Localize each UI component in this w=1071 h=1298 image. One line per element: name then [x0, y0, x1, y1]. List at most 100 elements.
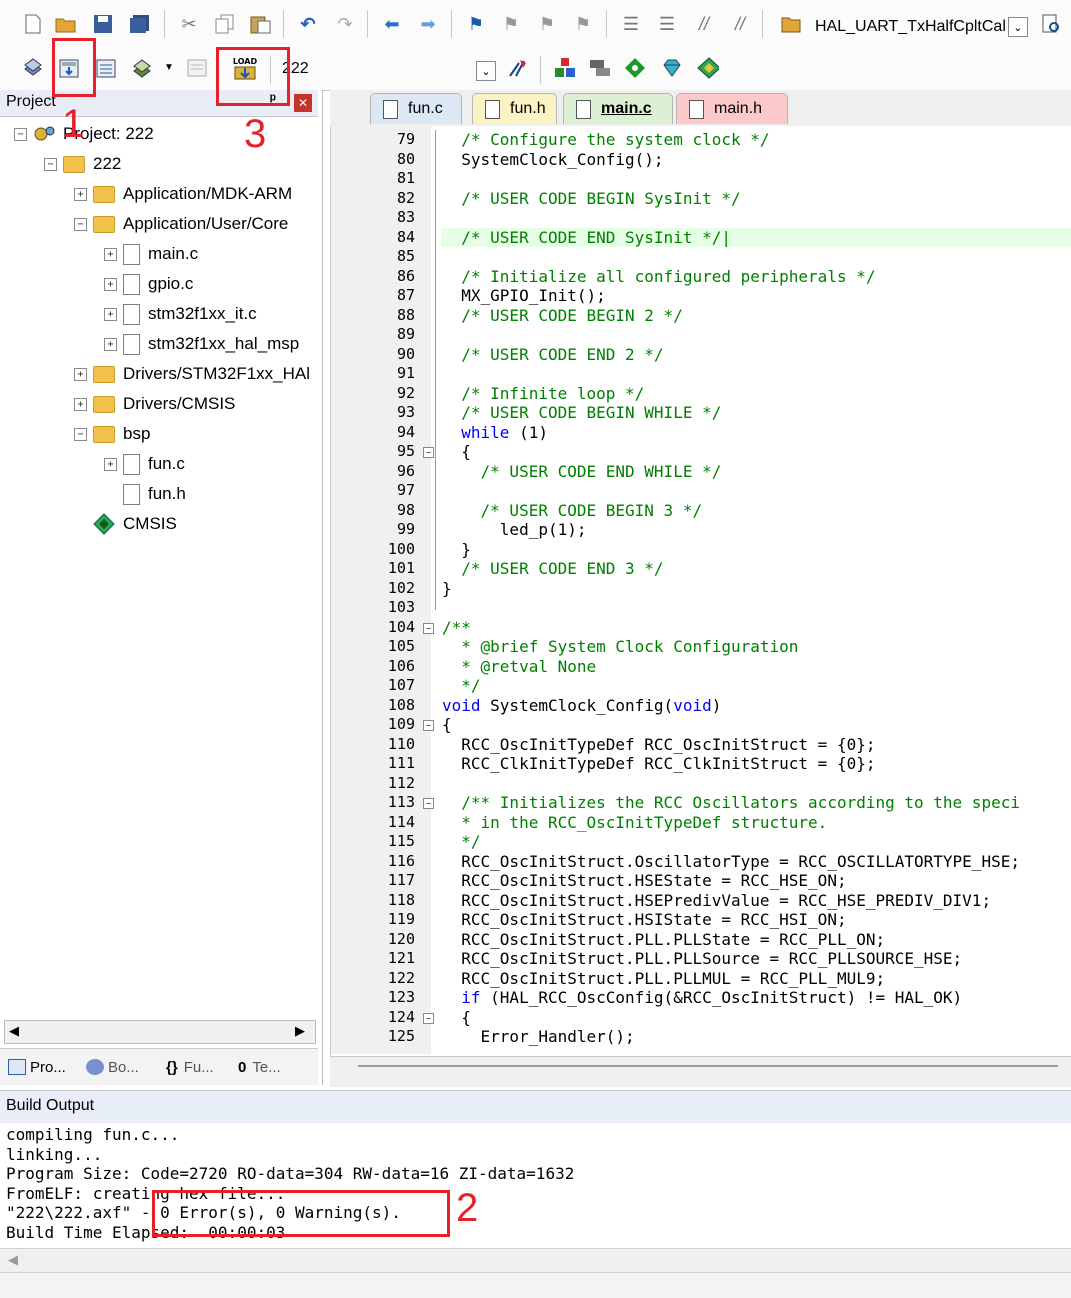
- green-diamond-icon[interactable]: [697, 57, 719, 79]
- code-editor[interactable]: 79 80 81 82 83 84 85 86 87 88 89 90 91 92 93 94 95−96 97 9…: [330, 126, 1071, 1056]
- code-line[interactable]: RCC_OscInitStruct.PLL.PLLMUL = RCC_PLL_M…: [442, 969, 885, 989]
- save-all-icon[interactable]: [129, 13, 151, 35]
- save-icon[interactable]: [92, 13, 114, 35]
- expand-icon[interactable]: +: [104, 337, 117, 351]
- code-line[interactable]: }: [442, 540, 471, 560]
- code-line[interactable]: RCC_ClkInitTypeDef RCC_ClkInitStruct = {…: [442, 754, 875, 774]
- tab-project[interactable]: Pro...: [8, 1055, 66, 1079]
- collapse-icon[interactable]: −: [14, 127, 27, 141]
- expand-icon[interactable]: +: [74, 367, 87, 381]
- code-line[interactable]: /* USER CODE END WHILE */: [442, 462, 722, 482]
- code-line[interactable]: /* Infinite loop */: [442, 384, 644, 404]
- code-line[interactable]: SystemClock_Config();: [442, 150, 663, 170]
- expand-icon[interactable]: +: [74, 187, 87, 201]
- paste-icon[interactable]: [250, 13, 272, 35]
- code-line[interactable]: /* USER CODE END SysInit */|: [442, 228, 731, 248]
- options-icon[interactable]: [507, 57, 529, 79]
- collapse-icon[interactable]: −: [74, 427, 87, 441]
- collapse-icon[interactable]: −: [74, 217, 87, 231]
- pack-installer-icon[interactable]: [589, 57, 611, 79]
- code-line[interactable]: * in the RCC_OscInitTypeDef structure.: [442, 813, 827, 833]
- redo-icon[interactable]: ↷: [334, 13, 356, 35]
- code-line[interactable]: MX_GPIO_Init();: [442, 286, 606, 306]
- code-line[interactable]: if (HAL_RCC_OscConfig(&RCC_OscInitStruct…: [442, 988, 962, 1008]
- code-line[interactable]: * @brief System Clock Configuration: [442, 637, 798, 657]
- expand-icon[interactable]: +: [104, 247, 117, 261]
- indent-icon[interactable]: ☰: [620, 13, 642, 35]
- manage-components-icon[interactable]: [554, 57, 576, 79]
- code-line[interactable]: Error_Handler();: [442, 1027, 635, 1047]
- open-folder-icon[interactable]: [55, 13, 77, 35]
- new-file-icon[interactable]: [22, 13, 44, 35]
- tree-item[interactable]: − Application/User/Core: [74, 210, 288, 238]
- code-line[interactable]: while (1): [442, 423, 548, 443]
- expand-icon[interactable]: +: [104, 457, 117, 471]
- unindent-icon[interactable]: ☰: [656, 13, 678, 35]
- tab-main-c[interactable]: main.c: [563, 93, 673, 124]
- scroll-left-icon[interactable]: ◀: [9, 1023, 19, 1039]
- uncomment-icon[interactable]: //: [729, 13, 751, 35]
- horizontal-scrollbar[interactable]: ◀ ▶: [4, 1020, 316, 1044]
- gem-icon[interactable]: [661, 57, 683, 79]
- tree-item[interactable]: + Drivers/CMSIS: [74, 390, 235, 418]
- tree-item[interactable]: + fun.c: [104, 450, 185, 478]
- collapse-icon[interactable]: −: [44, 157, 57, 171]
- code-line[interactable]: RCC_OscInitStruct.PLL.PLLSource = RCC_PL…: [442, 949, 962, 969]
- code-line[interactable]: * @retval None: [442, 657, 596, 677]
- code-line[interactable]: {: [442, 1008, 471, 1028]
- tree-item[interactable]: − bsp: [74, 420, 150, 448]
- scroll-right-icon[interactable]: ▶: [295, 1023, 305, 1039]
- tab-functions[interactable]: {} Fu...: [166, 1055, 214, 1079]
- tab-fun-c[interactable]: fun.c: [370, 93, 462, 124]
- navigate-back-icon[interactable]: ⬅: [381, 13, 403, 35]
- code-line[interactable]: RCC_OscInitTypeDef RCC_OscInitStruct = {…: [442, 735, 875, 755]
- tree-item[interactable]: fun.h: [104, 480, 186, 508]
- tree-item[interactable]: + Application/MDK-ARM: [74, 180, 292, 208]
- dropdown-arrow-icon[interactable]: ▼: [158, 57, 180, 79]
- comment-icon[interactable]: //: [693, 13, 715, 35]
- batch-build-icon[interactable]: [131, 57, 153, 79]
- code-line[interactable]: RCC_OscInitStruct.HSIState = RCC_HSI_ON;: [442, 910, 846, 930]
- code-line[interactable]: RCC_OscInitStruct.OscillatorType = RCC_O…: [442, 852, 1020, 872]
- expand-icon[interactable]: +: [104, 307, 117, 321]
- tab-templates[interactable]: 0 Te...: [238, 1055, 281, 1079]
- expand-icon[interactable]: +: [74, 397, 87, 411]
- code-line[interactable]: /* USER CODE BEGIN WHILE */: [442, 403, 721, 423]
- bookmark-next-icon[interactable]: ⚑: [536, 13, 558, 35]
- stop-build-icon[interactable]: [186, 57, 208, 79]
- scroll-thumb[interactable]: [358, 1065, 1058, 1067]
- tab-main-h[interactable]: main.h: [676, 93, 788, 124]
- close-icon[interactable]: ✕: [294, 94, 312, 112]
- code-line[interactable]: /* USER CODE BEGIN SysInit */: [442, 189, 740, 209]
- tree-item[interactable]: CMSIS: [74, 510, 177, 538]
- code-line[interactable]: }: [442, 579, 452, 599]
- code-line[interactable]: /* Configure the system clock */: [442, 130, 769, 150]
- undo-icon[interactable]: ↶: [297, 13, 319, 35]
- find-icon[interactable]: [1040, 13, 1062, 35]
- code-line[interactable]: {: [442, 715, 452, 735]
- code-line[interactable]: led_p(1);: [442, 520, 587, 540]
- code-line[interactable]: /* USER CODE BEGIN 3 */: [442, 501, 703, 521]
- code-line[interactable]: RCC_OscInitStruct.HSEPredivValue = RCC_H…: [442, 891, 991, 911]
- tree-item[interactable]: + stm32f1xx_it.c: [104, 300, 257, 328]
- chevron-down-icon[interactable]: ⌄: [1007, 17, 1028, 37]
- cut-icon[interactable]: ✂: [178, 13, 200, 35]
- code-line[interactable]: /**: [442, 618, 471, 638]
- translate-icon[interactable]: [22, 57, 44, 79]
- code-line[interactable]: /* USER CODE BEGIN 2 */: [442, 306, 683, 326]
- bookmark-icon[interactable]: ⚑: [465, 13, 487, 35]
- code-area[interactable]: /* Configure the system clock */ SystemC…: [331, 126, 1071, 1054]
- tree-item[interactable]: + main.c: [104, 240, 198, 268]
- navigate-forward-icon[interactable]: ➡: [417, 13, 439, 35]
- tab-books[interactable]: Bo...: [86, 1055, 139, 1079]
- tree-item[interactable]: − 222: [44, 150, 121, 178]
- code-line[interactable]: RCC_OscInitStruct.PLL.PLLState = RCC_PLL…: [442, 930, 885, 950]
- expand-icon[interactable]: +: [104, 277, 117, 291]
- scroll-left-icon[interactable]: ◀: [8, 1252, 18, 1268]
- tab-fun-h[interactable]: fun.h: [472, 93, 557, 124]
- code-line[interactable]: /* USER CODE END 3 */: [442, 559, 663, 579]
- rebuild-icon[interactable]: [95, 57, 117, 79]
- tree-item[interactable]: + stm32f1xx_hal_msp: [104, 330, 299, 358]
- tree-item[interactable]: + Drivers/STM32F1xx_HAl: [74, 360, 310, 388]
- code-line[interactable]: void SystemClock_Config(void): [442, 696, 721, 716]
